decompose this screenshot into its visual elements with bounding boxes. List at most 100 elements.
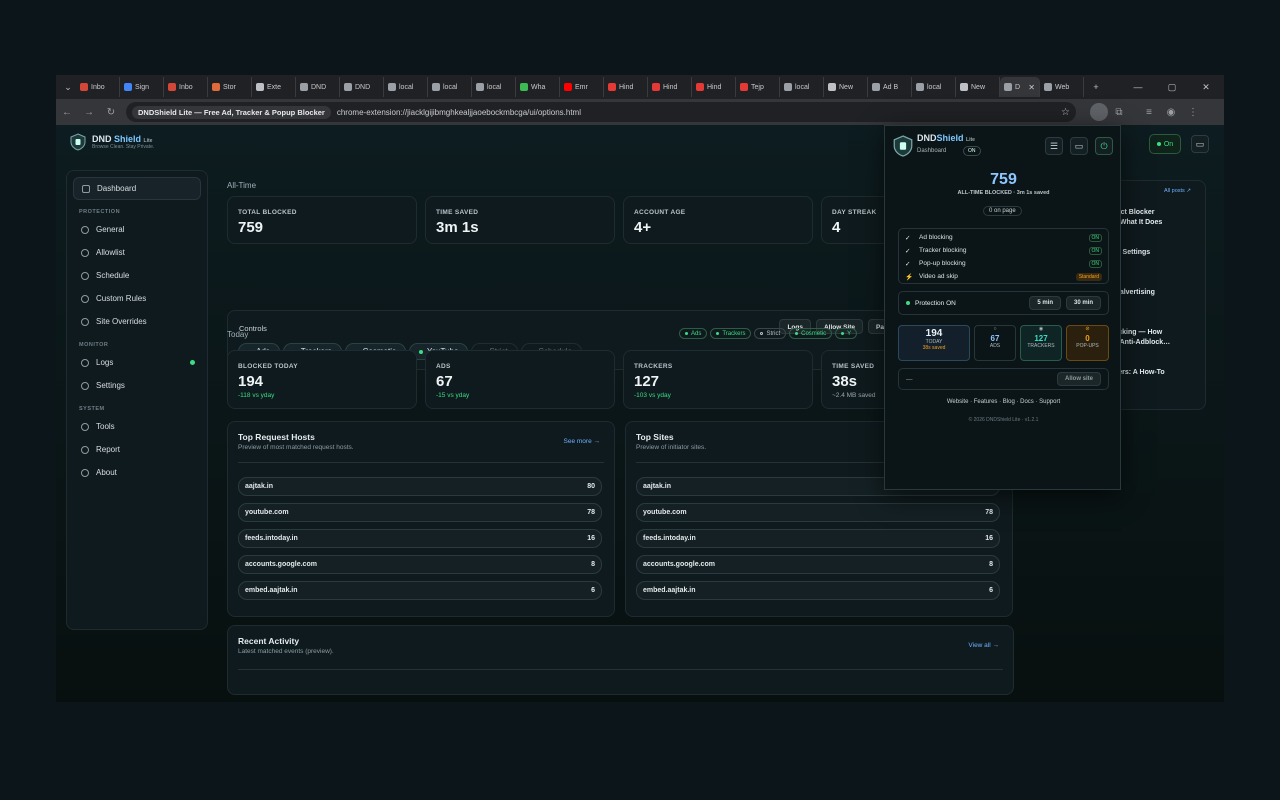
table-row[interactable]: aajtak.in 80 [238, 477, 602, 496]
sidebar-item-logs[interactable]: Logs [73, 351, 201, 374]
browser-tab[interactable]: local [384, 77, 428, 97]
forward-icon[interactable]: → [78, 107, 100, 118]
mode-pill-cosmetic: Cosmetic [789, 328, 833, 339]
sidebar-item-allowlist[interactable]: Allowlist [73, 241, 201, 264]
table-row[interactable]: feeds.intoday.in 16 [636, 529, 1000, 548]
sidebar-item-settings[interactable]: Settings [73, 374, 201, 397]
mode-pill-y: Y [835, 328, 858, 339]
host-name: embed.aajtak.in [245, 587, 298, 594]
recent-title: Recent Activity [238, 636, 300, 646]
sidebar-item-dashboard[interactable]: Dashboard [73, 177, 201, 200]
tab-search-button[interactable]: ⌄ [60, 82, 76, 93]
allow-site-button[interactable]: Allow site [1056, 372, 1101, 386]
browser-tab[interactable]: local [428, 77, 472, 97]
maximize-button[interactable]: ▢ [1164, 82, 1180, 93]
omnibox[interactable]: DNDShield Lite — Free Ad, Tracker & Popu… [126, 102, 1076, 122]
table-row[interactable]: youtube.com 78 [238, 503, 602, 522]
blog-post-link[interactable]: ocking — How s Anti-Adblock… [1114, 328, 1170, 348]
browser-tab[interactable]: local [472, 77, 516, 97]
feature-badge: Standard [1075, 272, 1102, 281]
back-icon[interactable]: ← [56, 107, 78, 118]
browser-tab[interactable]: Exte [252, 77, 296, 97]
sidebar-item-general[interactable]: General [73, 218, 201, 241]
browser-tab[interactable]: Ad B [868, 77, 912, 97]
host-name: accounts.google.com [643, 561, 715, 568]
table-row[interactable]: embed.aajtak.in 6 [238, 581, 602, 600]
browser-tab[interactable]: Hind [692, 77, 736, 97]
popup-settings-icon[interactable]: ☰ [1045, 137, 1063, 155]
tab-favicon-icon [124, 83, 132, 91]
tab-label: DND [311, 83, 327, 91]
sidebar-item-about[interactable]: About [73, 461, 201, 484]
browser-tab[interactable]: New [824, 77, 868, 97]
top-sites-title: Top Sites [636, 432, 674, 442]
top-hosts-card: Top Request Hosts Preview of most matche… [227, 421, 615, 617]
sidebar-item-tools[interactable]: Tools [73, 415, 201, 438]
shield-logo-icon [893, 135, 913, 157]
tab-close-icon[interactable]: ✕ [1028, 83, 1035, 92]
tab-favicon-icon [696, 83, 704, 91]
browser-tab[interactable]: Inbo [76, 77, 120, 97]
browser-tab[interactable]: D ✕ [1000, 77, 1040, 97]
pause-5min-button[interactable]: 5 min [1029, 296, 1061, 310]
feature-label: Pop-up blocking [919, 260, 966, 267]
table-row[interactable]: accounts.google.com 8 [636, 555, 1000, 574]
mode-label: Strict [766, 330, 781, 337]
table-row[interactable]: accounts.google.com 8 [238, 555, 602, 574]
browser-tab[interactable]: Sign [120, 77, 164, 97]
reading-list-icon[interactable]: ≡ [1138, 107, 1160, 118]
mode-label: Cosmetic [801, 330, 827, 337]
extensions-puzzle-icon[interactable]: ⧉ [1108, 107, 1130, 118]
table-row[interactable]: embed.aajtak.in 6 [636, 581, 1000, 600]
all-posts-link[interactable]: All posts ↗ [1164, 188, 1191, 194]
sidebar-item-schedule[interactable]: Schedule [73, 264, 201, 287]
check-icon: ✓ [905, 234, 911, 242]
tab-label: Sign [135, 83, 150, 91]
header-monitor-icon[interactable]: ▭ [1191, 135, 1209, 153]
browser-tab[interactable]: Hind [648, 77, 692, 97]
general-icon [81, 225, 89, 234]
view-all-link[interactable]: View all → [968, 642, 999, 649]
browser-tab[interactable]: Inbo [164, 77, 208, 97]
pause-30min-button[interactable]: 30 min [1065, 296, 1101, 310]
table-row[interactable]: feeds.intoday.in 16 [238, 529, 602, 548]
browser-tab[interactable]: Wha [516, 77, 560, 97]
browser-tab[interactable]: DND [296, 77, 340, 97]
table-row[interactable]: youtube.com 78 [636, 503, 1000, 522]
sidebar-item-site-overrides[interactable]: Site Overrides [73, 310, 201, 333]
blog-post-link[interactable]: lters: A How-To [1114, 368, 1165, 378]
profile-icon[interactable]: ◉ [1160, 107, 1182, 118]
popup-power-icon[interactable]: ⏻ [1095, 137, 1113, 155]
browser-tab[interactable]: Hind [604, 77, 648, 97]
bookmark-star-icon[interactable]: ☆ [1061, 107, 1070, 118]
sidebar-item-custom-rules[interactable]: Custom Rules [73, 287, 201, 310]
browser-tab[interactable]: local [780, 77, 824, 97]
header-status-on[interactable]: On [1149, 134, 1181, 154]
reload-icon[interactable]: ↻ [100, 107, 122, 118]
browser-tab[interactable]: New [956, 77, 1000, 97]
popup-big-count: 759 [990, 171, 1017, 188]
see-more-link[interactable]: See more → [564, 438, 601, 445]
tab-favicon-icon [740, 83, 748, 91]
extension-active-icon[interactable] [1090, 103, 1108, 121]
browser-tab[interactable]: Web [1040, 77, 1084, 97]
extension-chip[interactable]: DNDShield Lite — Free Ad, Tracker & Popu… [132, 105, 331, 119]
popup-footer-links[interactable]: Website · Features · Blog · Docs · Suppo… [885, 399, 1122, 405]
popup-dashboard-icon[interactable]: ▭ [1070, 137, 1088, 155]
sidebar-item-report[interactable]: Report [73, 438, 201, 461]
close-window-button[interactable]: ✕ [1198, 82, 1214, 93]
browser-tab[interactable]: local [912, 77, 956, 97]
minimize-button[interactable]: — [1130, 82, 1146, 93]
logs-status-dot [190, 360, 195, 365]
new-tab-button[interactable]: + [1088, 82, 1104, 92]
menu-kebab-icon[interactable]: ⋮ [1182, 107, 1204, 118]
browser-tab[interactable]: Tejp [736, 77, 780, 97]
stat-card-account-age: ACCOUNT AGE 4+ [623, 196, 813, 244]
host-name: embed.aajtak.in [643, 587, 696, 594]
browser-tab[interactable]: DND [340, 77, 384, 97]
extension-popup: DNDShield Lite Dashboard ON ☰ ▭ ⏻ 759 AL… [884, 125, 1121, 490]
tab-label: D [1015, 83, 1021, 91]
blog-post-link[interactable]: rect Blocker y What It Does [1114, 208, 1162, 228]
browser-tab[interactable]: Stor [208, 77, 252, 97]
browser-tab[interactable]: Emr [560, 77, 604, 97]
